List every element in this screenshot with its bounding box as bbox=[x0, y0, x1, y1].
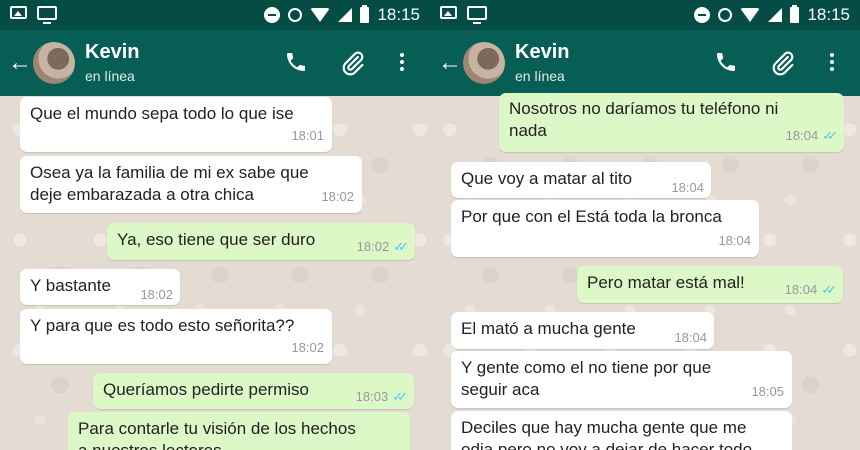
chat-pane-left: 18:15 ← Kevin en línea Que el mundo sepa… bbox=[0, 0, 430, 450]
monitor-icon bbox=[467, 6, 487, 24]
message-time: 18:04 bbox=[674, 330, 707, 345]
signal-icon bbox=[338, 8, 353, 22]
message-bubble[interactable]: Que voy a matar al tito 18:04 bbox=[451, 162, 711, 198]
chat-pane-right: 18:15 ← Kevin en línea Nosotros no daría… bbox=[430, 0, 860, 450]
message-bubble[interactable]: Osea ya la familia de mi ex sabe que deje… bbox=[20, 156, 362, 213]
battery-icon bbox=[360, 5, 370, 23]
paperclip-icon[interactable] bbox=[770, 50, 796, 76]
status-time: 18:15 bbox=[807, 5, 850, 24]
monitor-icon bbox=[37, 6, 57, 24]
phone-icon[interactable] bbox=[284, 50, 308, 74]
message-time: 18:01 bbox=[291, 128, 324, 143]
message-text: Para contarle tu visión de los hechosa n… bbox=[78, 419, 356, 450]
message-time: 18:04 bbox=[718, 233, 751, 248]
message-text: Que voy a matar al tito bbox=[461, 169, 633, 188]
status-bar: 18:15 bbox=[0, 0, 430, 30]
message-time: 18:05 bbox=[751, 384, 784, 399]
avatar[interactable] bbox=[463, 42, 505, 84]
message-text: El mató a mucha gente bbox=[461, 319, 636, 338]
read-ticks-icon: ✓✓ bbox=[821, 282, 837, 297]
message-bubble[interactable]: Y bastante 18:02 bbox=[20, 269, 180, 305]
message-text: Osea ya la familia de mi ex sabe que deje… bbox=[30, 163, 309, 204]
chat-header: ← Kevin en línea bbox=[0, 30, 430, 96]
message-text: Y bastante bbox=[30, 276, 111, 295]
read-ticks-icon: ✓✓ bbox=[393, 239, 409, 254]
read-ticks-icon: ✓✓ bbox=[392, 389, 408, 404]
message-text: Pero matar está mal! bbox=[587, 273, 745, 292]
status-time: 18:15 bbox=[377, 5, 420, 24]
contact-name[interactable]: Kevin bbox=[515, 41, 569, 64]
message-bubble[interactable]: Deciles que hay mucha gente que me odia p… bbox=[451, 411, 792, 450]
image-icon bbox=[10, 6, 27, 19]
message-time: 18:04 bbox=[671, 180, 704, 195]
battery-icon bbox=[790, 5, 800, 23]
contact-status: en línea bbox=[85, 68, 135, 84]
message-meta: 18:02 ✓✓ bbox=[356, 239, 409, 254]
message-text: Por que con el Está toda la bronca bbox=[461, 207, 722, 226]
message-bubble-outgoing[interactable]: Pero matar está mal! 18:04 ✓✓ bbox=[577, 266, 843, 303]
message-text: Queríamos pedirte permiso bbox=[103, 380, 309, 399]
message-text: Y gente como el no tiene por que seguir a… bbox=[461, 358, 712, 399]
signal-icon bbox=[768, 8, 783, 22]
chat-header: ← Kevin en línea bbox=[430, 30, 860, 96]
message-text: Y para que es todo esto señorita?? bbox=[30, 316, 295, 335]
image-icon bbox=[440, 6, 457, 19]
message-bubble[interactable]: El mató a mucha gente 18:04 bbox=[451, 312, 714, 349]
phone-icon[interactable] bbox=[714, 50, 738, 74]
message-text: Deciles que hay mucha gente que me odia p… bbox=[461, 418, 753, 450]
message-time: 18:02 bbox=[291, 340, 324, 355]
message-time: 18:02 bbox=[321, 189, 354, 204]
alarm-icon bbox=[288, 8, 303, 22]
message-bubble-outgoing[interactable]: Ya, eso tiene que ser duro 18:02 ✓✓ bbox=[107, 223, 415, 260]
message-bubble-outgoing[interactable]: Queríamos pedirte permiso 18:03 ✓✓ bbox=[93, 373, 414, 409]
dnd-icon bbox=[264, 7, 281, 23]
message-bubble-outgoing[interactable]: Para contarle tu visión de los hechosa n… bbox=[68, 412, 410, 450]
message-bubble[interactable]: Y para que es todo esto señorita?? 18:02 bbox=[20, 309, 332, 364]
message-text: Que el mundo sepa todo lo que ise bbox=[30, 104, 294, 123]
dnd-icon bbox=[694, 7, 711, 23]
read-ticks-icon: ✓✓ bbox=[822, 128, 838, 143]
message-meta: 18:03 ✓✓ bbox=[355, 389, 408, 404]
alarm-icon bbox=[718, 8, 733, 22]
contact-status: en línea bbox=[515, 68, 565, 84]
message-time: 18:02 bbox=[140, 287, 173, 302]
paperclip-icon[interactable] bbox=[340, 50, 366, 76]
message-text: Ya, eso tiene que ser duro bbox=[117, 230, 316, 249]
message-text: Nosotros no daríamos tu teléfono ni nada bbox=[509, 99, 779, 140]
avatar[interactable] bbox=[33, 42, 75, 84]
more-vert-icon[interactable] bbox=[828, 51, 836, 75]
back-arrow-icon[interactable]: ← bbox=[438, 51, 462, 75]
message-meta: 18:04 ✓✓ bbox=[785, 128, 838, 143]
status-bar: 18:15 bbox=[430, 0, 860, 30]
message-bubble[interactable]: Por que con el Está toda la bronca 18:04 bbox=[451, 200, 759, 257]
back-arrow-icon[interactable]: ← bbox=[8, 51, 32, 75]
message-bubble-outgoing[interactable]: Nosotros no daríamos tu teléfono ni nada … bbox=[499, 93, 844, 152]
more-vert-icon[interactable] bbox=[398, 51, 406, 75]
wifi-icon bbox=[310, 8, 331, 22]
message-bubble[interactable]: Y gente como el no tiene por que seguir a… bbox=[451, 351, 792, 408]
message-bubble[interactable]: Que el mundo sepa todo lo que ise 18:01 bbox=[20, 97, 332, 152]
wifi-icon bbox=[740, 8, 761, 22]
contact-name[interactable]: Kevin bbox=[85, 41, 139, 64]
message-meta: 18:04 ✓✓ bbox=[784, 282, 837, 297]
